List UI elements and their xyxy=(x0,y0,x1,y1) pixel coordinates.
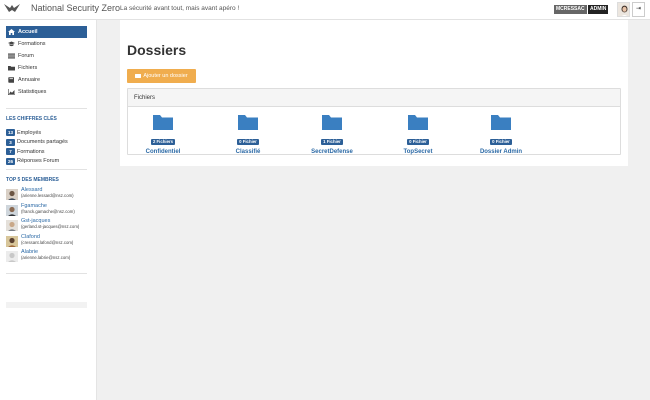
folder-icon xyxy=(322,115,342,130)
member-email: (gerland.st-jacques@nsz.com) xyxy=(21,224,80,229)
file-count-badge: 1 Fichier xyxy=(321,139,343,145)
stat-label: Employés xyxy=(17,129,42,136)
folder-icon xyxy=(135,74,142,78)
files-panel: Fichiers 2 Fichiers Confidentiel 0 Fichi… xyxy=(127,88,621,155)
stat-count: 7 xyxy=(6,148,15,156)
sidebar-item-statistiques[interactable]: Statistiques xyxy=(6,86,87,98)
divider xyxy=(6,108,87,109)
panel-title: Fichiers xyxy=(128,89,620,107)
sidebar-item-formations[interactable]: Formations xyxy=(6,38,87,50)
sidebar-item-accueil[interactable]: Accueil xyxy=(6,26,87,38)
tagline: La sécurité avant tout, mais avant apéro… xyxy=(120,5,240,12)
folder-item-topsecret[interactable]: 0 Fichier TopSecret xyxy=(388,114,448,155)
logout-icon: ⇥ xyxy=(635,6,642,12)
members-title: TOP 5 DES MEMBRES xyxy=(6,177,59,183)
folder-name[interactable]: SecretDefense xyxy=(302,149,362,155)
folder-name[interactable]: TopSecret xyxy=(388,149,448,155)
folder-icon xyxy=(238,115,258,130)
folder-name[interactable]: Confidentiel xyxy=(133,149,193,155)
user-badge[interactable]: MCRESSAC xyxy=(554,5,587,14)
sidebar-item-label: Forum xyxy=(18,53,34,59)
folder-item-dossier-admin[interactable]: 0 Fichier Dossier Admin xyxy=(471,114,531,155)
top-members: Alessard (arienne.lessard@nsz.com) Fgama… xyxy=(6,187,96,265)
avatar[interactable] xyxy=(6,250,18,262)
list-item: Alessard (arienne.lessard@nsz.com) xyxy=(6,187,96,202)
sidebar-item-annuaire[interactable]: Annuaire xyxy=(6,74,87,86)
file-count-badge: 0 Fichier xyxy=(407,139,429,145)
folder-icon xyxy=(491,115,511,130)
app-title[interactable]: National Security Zero xyxy=(31,3,120,13)
top-bar: National Security Zero La sécurité avant… xyxy=(0,0,650,20)
avatar[interactable] xyxy=(6,204,18,216)
folder-name[interactable]: Dossier Admin xyxy=(471,149,531,155)
logout-button[interactable]: ⇥ xyxy=(632,2,645,17)
stats-title: LES CHIFFRES CLÉS xyxy=(6,116,57,122)
key-figures: 13 Employés 3 Documents partagés 7 Forma… xyxy=(6,128,94,166)
main-content: Dossiers Ajouter un dossier Fichiers 2 F… xyxy=(120,20,628,166)
sidebar-item-label: Formations xyxy=(18,41,46,47)
page-title: Dossiers xyxy=(127,42,187,58)
divider xyxy=(6,273,87,274)
member-email: (cressant.lafond@nsz.com) xyxy=(21,239,74,245)
folder-item-classifie[interactable]: 0 Fichier Classifié xyxy=(218,114,278,155)
stat-formations: 7 Formations xyxy=(6,147,94,157)
folder-icon xyxy=(153,115,173,130)
avatar[interactable] xyxy=(6,235,18,247)
stat-label: Documents partagés xyxy=(17,139,68,146)
book-icon xyxy=(8,77,14,83)
sidebar-item-forum[interactable]: Forum xyxy=(6,50,87,62)
stat-employes: 13 Employés xyxy=(6,128,94,138)
area-chart-icon xyxy=(8,89,15,95)
sidebar-item-fichiers[interactable]: Fichiers xyxy=(6,62,87,74)
logo-icon[interactable] xyxy=(4,3,20,15)
file-count-badge: 0 Fichier xyxy=(237,139,259,145)
sidebar-item-label: Fichiers xyxy=(18,65,38,71)
folder-item-secretdefense[interactable]: 1 Fichier SecretDefense xyxy=(302,114,362,155)
list-item: Clafond (cressant.lafond@nsz.com) xyxy=(6,234,96,249)
sidebar-item-label: Statistiques xyxy=(18,89,47,95)
list-item: Gst-jacques (gerland.st-jacques@nsz.com) xyxy=(6,218,96,233)
folder-icon xyxy=(408,115,428,130)
graduation-cap-icon xyxy=(8,41,15,47)
list-item: Alabrie (arienne.labrie@nsz.com) xyxy=(6,249,96,264)
sidebar-footer xyxy=(6,302,87,308)
stat-label: Formations xyxy=(17,148,45,155)
folder-name[interactable]: Classifié xyxy=(218,149,278,155)
sidebar-nav: Accueil Formations Forum Fichiers Annuai… xyxy=(6,26,87,98)
add-folder-button[interactable]: Ajouter un dossier xyxy=(127,69,196,83)
folder-item-confidentiel[interactable]: 2 Fichiers Confidentiel xyxy=(133,114,193,155)
member-email: (arienne.lessard@nsz.com) xyxy=(21,193,74,198)
avatar[interactable] xyxy=(6,219,18,231)
stat-count: 3 xyxy=(6,138,15,146)
stat-count: 26 xyxy=(6,157,15,165)
avatar[interactable] xyxy=(6,188,18,200)
file-count-badge: 2 Fichiers xyxy=(150,139,176,145)
sidebar-item-label: Accueil xyxy=(18,29,38,35)
file-count-badge: 0 Fichier xyxy=(490,139,512,145)
member-email: (arienne.labrie@nsz.com) xyxy=(21,255,71,260)
stat-reponses: 26 Réponses Forum xyxy=(6,157,94,167)
role-badge: ADMIN xyxy=(588,5,609,14)
divider xyxy=(6,169,87,170)
home-icon xyxy=(8,29,15,35)
user-avatar[interactable] xyxy=(617,2,630,17)
sidebar-item-label: Annuaire xyxy=(18,77,41,83)
sidebar: Accueil Formations Forum Fichiers Annuai… xyxy=(0,20,97,400)
folder-icon xyxy=(8,66,15,71)
member-email: (franck.gamache@nsz.com) xyxy=(21,208,75,214)
stat-documents: 3 Documents partagés xyxy=(6,138,94,148)
list-icon xyxy=(8,53,15,59)
list-item: Fgamache (franck.gamache@nsz.com) xyxy=(6,203,96,218)
add-folder-label: Ajouter un dossier xyxy=(143,73,188,79)
stat-count: 13 xyxy=(6,129,15,137)
stat-label: Réponses Forum xyxy=(17,158,60,165)
